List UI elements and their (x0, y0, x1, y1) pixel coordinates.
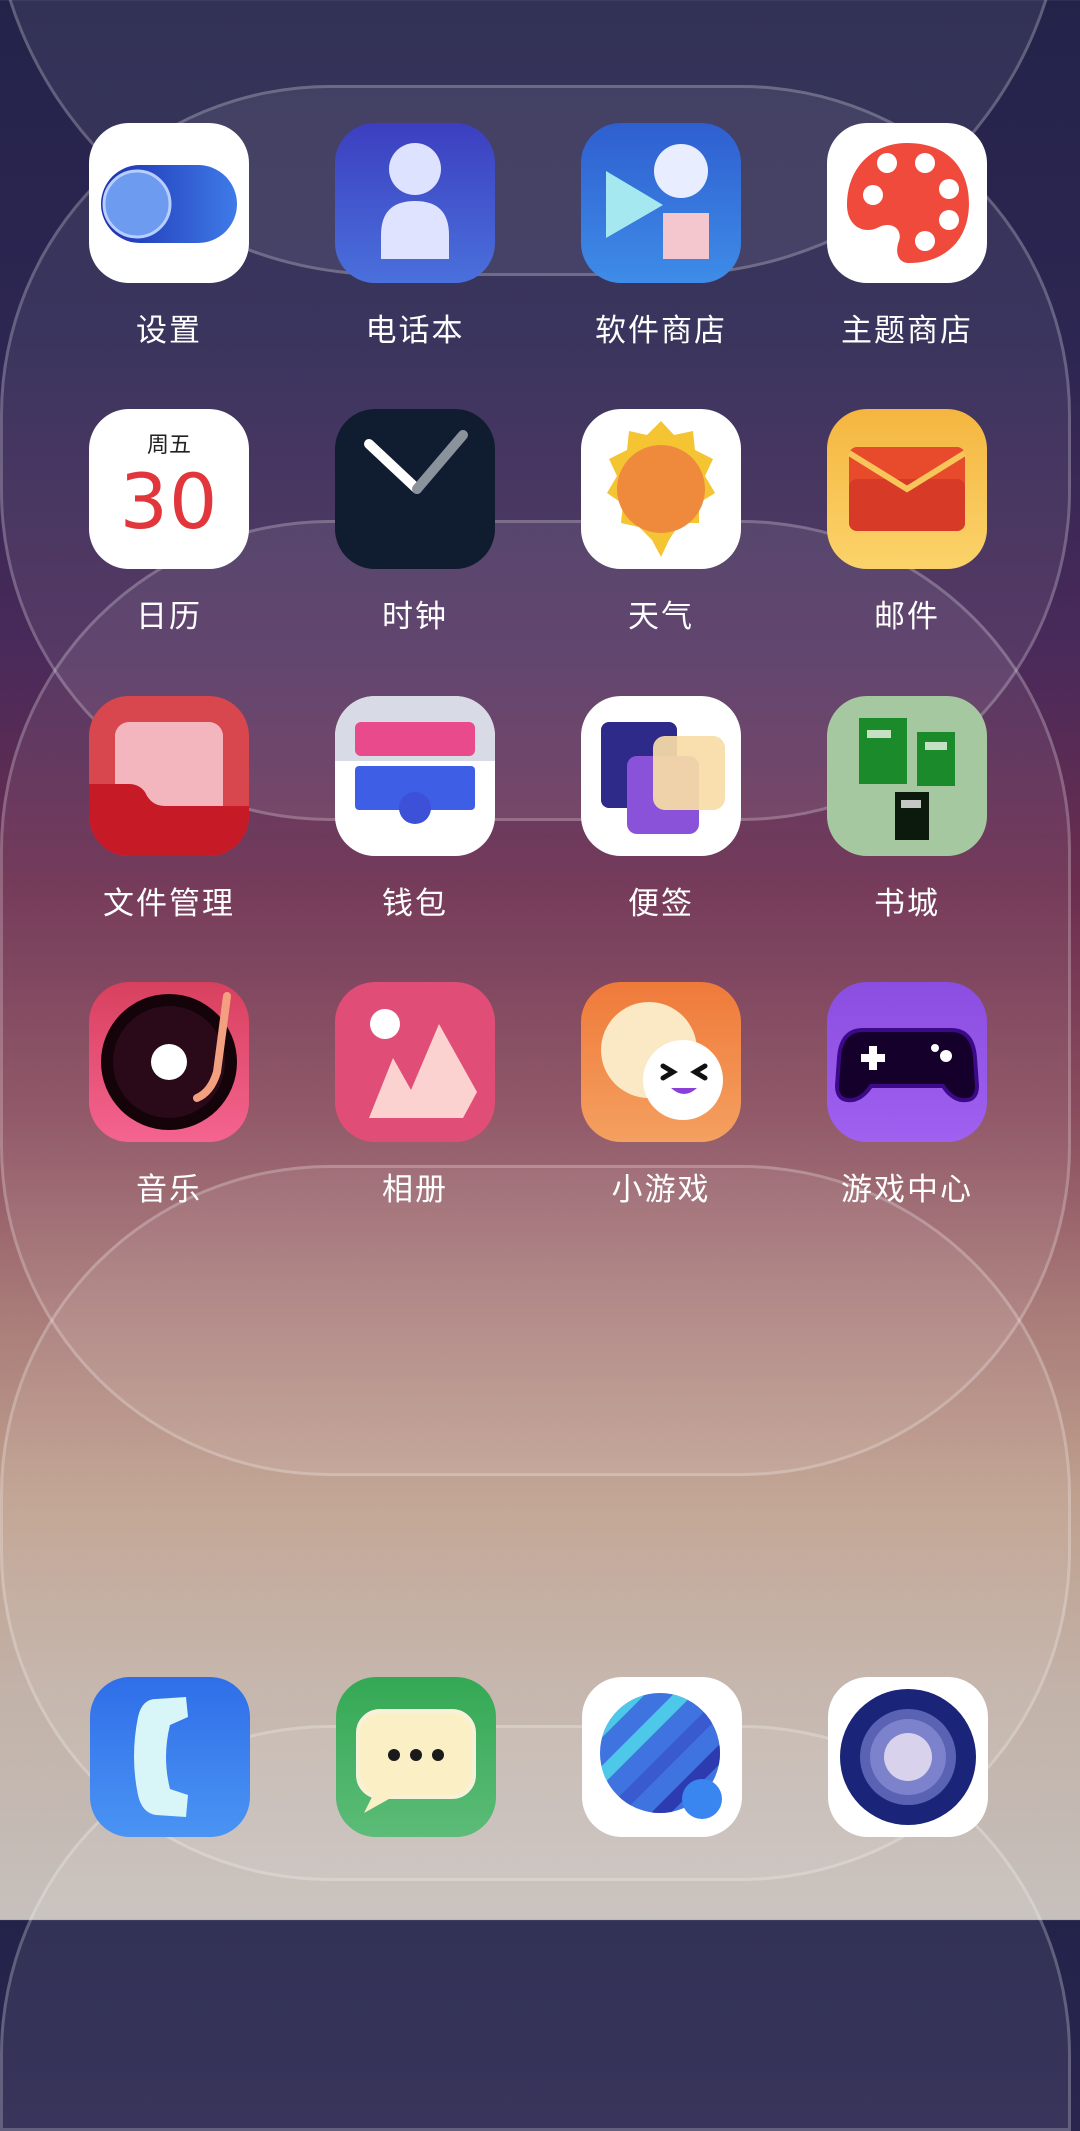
app-label: 时钟 (382, 599, 448, 635)
books-icon (827, 696, 987, 856)
chat-bubble-icon (356, 1709, 476, 1813)
calendar-icon: 周五 30 (89, 409, 249, 569)
app-label: 游戏中心 (841, 1172, 973, 1208)
contacts-person-icon (335, 123, 495, 283)
app-label: 钱包 (382, 886, 448, 922)
dock-phone[interactable] (90, 1677, 250, 1837)
app-label: 设置 (136, 313, 202, 349)
sun-icon (581, 409, 741, 569)
gamepad-icon (827, 982, 987, 1142)
app-label: 天气 (628, 599, 694, 635)
wallet-icon (335, 696, 495, 856)
smiley-face-icon (581, 982, 741, 1142)
app-label: 相册 (382, 1172, 448, 1208)
palette-icon (827, 123, 987, 283)
browser-globe-icon (600, 1693, 722, 1819)
clock-icon (335, 409, 495, 569)
app-label: 邮件 (874, 599, 940, 635)
camera-lens-icon (840, 1689, 976, 1825)
dock-camera[interactable] (828, 1677, 988, 1837)
vinyl-record-icon (89, 982, 249, 1142)
calendar-weekday: 周五 (146, 433, 191, 458)
app-label: 书城 (874, 886, 940, 922)
app-label: 日历 (136, 599, 202, 635)
calendar-date: 30 (119, 457, 219, 546)
app-label: 主题商店 (841, 313, 973, 349)
dock-browser[interactable] (582, 1677, 742, 1837)
dock-messages[interactable] (336, 1677, 496, 1837)
app-label: 便签 (628, 886, 694, 922)
settings-toggle-icon (89, 123, 249, 283)
app-store-icon (581, 123, 741, 283)
envelope-icon (827, 409, 987, 569)
notes-icon (581, 696, 741, 856)
folder-icon (89, 696, 249, 856)
mountain-photo-icon (335, 982, 495, 1142)
app-label: 软件商店 (595, 313, 727, 349)
phone-handset-icon (134, 1697, 188, 1817)
app-label: 电话本 (365, 313, 465, 349)
app-label: 音乐 (136, 1172, 202, 1208)
app-label: 小游戏 (611, 1172, 711, 1208)
app-label: 文件管理 (103, 886, 235, 922)
